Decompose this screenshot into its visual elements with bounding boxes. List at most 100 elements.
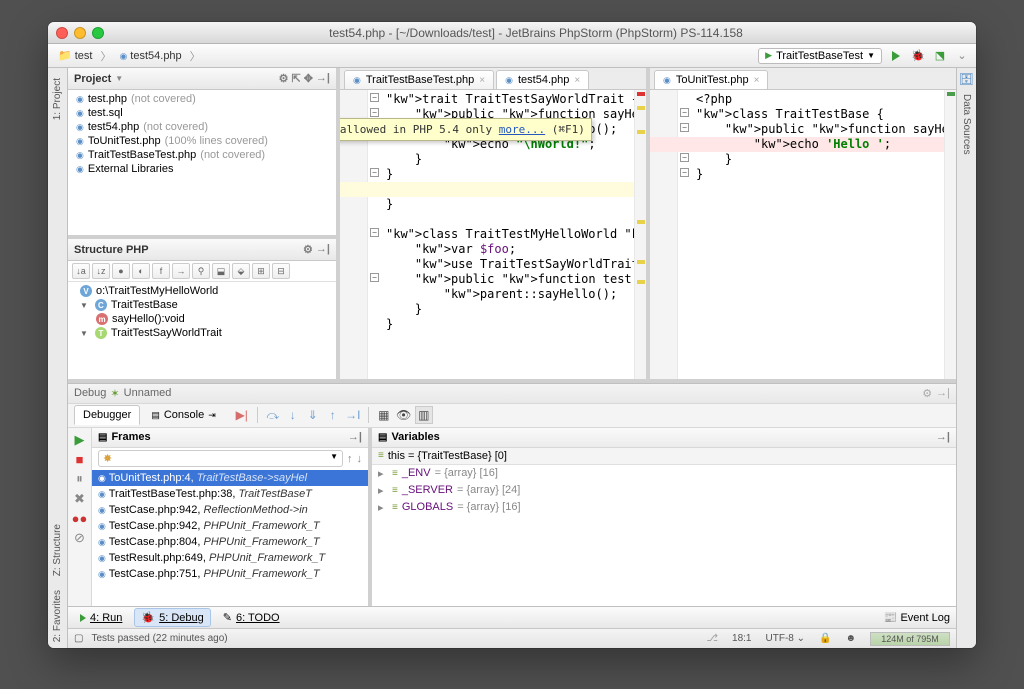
rail-tab-project[interactable]: 1: Project — [50, 72, 65, 126]
thread-select[interactable]: ✸ ▼ — [98, 450, 343, 467]
memory-indicator[interactable]: 124M of 795M — [870, 632, 950, 646]
structure-tree-item[interactable]: V o:\TraitTestMyHelloWorld — [72, 284, 332, 298]
target-icon[interactable]: ✥ — [304, 72, 313, 85]
warning-mark[interactable] — [637, 260, 645, 264]
filter-button[interactable]: ⬙ — [232, 263, 250, 279]
hide-icon[interactable]: →| — [316, 72, 330, 85]
settings-icon[interactable]: ⚙ — [279, 72, 289, 85]
filter-button[interactable]: ● — [112, 263, 130, 279]
close-tab-button[interactable]: × — [574, 75, 580, 86]
warning-mark[interactable] — [637, 280, 645, 284]
stack-frame-row[interactable]: ◉ TestCase.php:942, ReflectionMethod->in — [92, 502, 368, 518]
tool-window-toggle[interactable]: ▢ — [74, 633, 83, 644]
settings-icon[interactable]: ⚙ — [922, 387, 932, 400]
close-tab-button[interactable]: × — [754, 75, 760, 86]
filter-button[interactable]: ◐ — [132, 263, 150, 279]
chevron-down-icon[interactable]: ▼ — [115, 74, 123, 83]
breadcrumb-item[interactable]: test — [54, 47, 96, 64]
hide-icon[interactable]: →| — [316, 243, 330, 256]
editor-tab[interactable]: ToUnitTest.php× — [654, 70, 768, 89]
force-step-button[interactable]: ⇓ — [304, 406, 322, 424]
encoding[interactable]: UTF-8 ⌄ — [766, 633, 806, 644]
project-tree-item[interactable]: TraitTestBaseTest.php (not covered) — [72, 148, 332, 162]
structure-tree-item[interactable]: m sayHello():void — [72, 312, 332, 326]
stack-frame-row[interactable]: ◉ TestCase.php:804, PHPUnit_Framework_T — [92, 534, 368, 550]
warning-mark[interactable] — [637, 106, 645, 110]
fold-toggle[interactable]: − — [680, 123, 689, 132]
coverage-button[interactable]: ⬔ — [932, 48, 948, 64]
stack-frame-row[interactable]: ◉ TraitTestBaseTest.php:38, TraitTestBas… — [92, 486, 368, 502]
project-tree-item[interactable]: External Libraries — [72, 162, 332, 176]
variable-row[interactable]: ▸≡ GLOBALS = {array} [16] — [372, 499, 956, 516]
debug-tab[interactable]: 5: Debug — [134, 608, 210, 627]
prev-frame-button[interactable]: ↑ — [347, 453, 353, 465]
next-frame-button[interactable]: ↓ — [357, 453, 363, 465]
hector-icon[interactable]: ☻ — [845, 633, 856, 644]
stack-frame-row[interactable]: ◉ ToUnitTest.php:4, TraitTestBase->sayHe… — [92, 470, 368, 486]
stop-button[interactable]: ✖ — [74, 491, 85, 507]
settings-icon[interactable]: ⚙ — [303, 243, 313, 256]
this-variable[interactable]: ≡ this = {TraitTestBase} [0] — [372, 448, 956, 465]
fold-toggle[interactable]: − — [370, 273, 379, 282]
structure-tree-item[interactable]: ▼C TraitTestBase — [72, 298, 332, 312]
editor-tab[interactable]: TraitTestBaseTest.php× — [344, 70, 494, 89]
filter-button[interactable]: → — [172, 263, 190, 279]
mute-bp-button[interactable]: ⊘ — [74, 530, 85, 546]
sort-button[interactable]: ↓z — [92, 263, 110, 279]
filter-button[interactable]: ⬓ — [212, 263, 230, 279]
error-stripe[interactable] — [944, 90, 956, 379]
console-tab[interactable]: ▤Console⇥ — [142, 405, 224, 425]
step-into-button[interactable]: ↓ — [284, 406, 302, 424]
database-icon[interactable]: 🗄 — [959, 72, 974, 86]
run-tab[interactable]: 4: Run — [74, 610, 128, 626]
breakpoints-button[interactable]: ●● — [72, 511, 88, 526]
tooltip-more-link[interactable]: more... — [499, 123, 545, 136]
hide-icon[interactable]: →| — [936, 387, 950, 400]
expand-toggle[interactable]: ▸ — [378, 501, 388, 514]
todo-tab[interactable]: ✎6: TODO — [217, 609, 286, 626]
zoom-window-button[interactable] — [92, 27, 104, 39]
fold-toggle[interactable]: − — [370, 168, 379, 177]
layout-button[interactable]: ▥ — [415, 406, 433, 424]
rail-tab-favorites[interactable]: 2: Favorites — [50, 584, 65, 648]
pause-button[interactable]: ⏸ — [76, 471, 83, 487]
rail-tab-data-sources[interactable]: Data Sources — [959, 88, 974, 161]
git-icon[interactable]: ⎇ — [707, 633, 719, 644]
fold-toggle[interactable]: − — [370, 93, 379, 102]
error-stripe[interactable] — [634, 90, 646, 379]
project-tree-item[interactable]: test.php (not covered) — [72, 92, 332, 106]
filter-button[interactable]: f — [152, 263, 170, 279]
run-button[interactable] — [888, 48, 904, 64]
lock-icon[interactable]: 🔒 — [819, 633, 831, 644]
warning-mark[interactable] — [637, 220, 645, 224]
rail-tab-structure[interactable]: Z: Structure — [50, 518, 65, 582]
search-button[interactable]: ⌄ — [954, 48, 970, 64]
evaluate-button[interactable]: ▦ — [375, 406, 393, 424]
show-exec-button[interactable]: ▶| — [233, 406, 251, 424]
run-to-cursor-button[interactable]: →I — [344, 406, 362, 424]
variable-row[interactable]: ▸≡ _ENV = {array} [16] — [372, 465, 956, 482]
minimize-window-button[interactable] — [74, 27, 86, 39]
structure-tree-item[interactable]: ▼T TraitTestSayWorldTrait — [72, 326, 332, 340]
fold-toggle[interactable]: − — [680, 153, 689, 162]
collapse-icon[interactable]: ⇱ — [291, 72, 300, 85]
warning-mark[interactable] — [637, 130, 645, 134]
code-editor[interactable]: − − − − <?php "kw">class TraitTestBase {… — [650, 90, 956, 379]
fold-toggle[interactable]: − — [680, 168, 689, 177]
code-editor[interactable]: − − − − − "kw">trait TraitTestSayWorldTr… — [340, 90, 646, 379]
run-config-select[interactable]: ▶ TraitTestBaseTest ▼ — [758, 48, 882, 64]
breadcrumb-item[interactable]: test54.php — [115, 48, 185, 64]
collapse-button[interactable]: ⊟ — [272, 263, 290, 279]
rerun-button[interactable]: ▶ — [75, 432, 85, 448]
watches-button[interactable]: 👁 — [395, 406, 413, 424]
resume-button[interactable]: ■ — [76, 452, 84, 467]
fold-toggle[interactable]: − — [370, 228, 379, 237]
close-window-button[interactable] — [56, 27, 68, 39]
sort-button[interactable]: ↓a — [72, 263, 90, 279]
stack-frame-row[interactable]: ◉ TestCase.php:751, PHPUnit_Framework_T — [92, 566, 368, 582]
debug-button[interactable] — [910, 48, 926, 64]
project-tree-item[interactable]: ToUnitTest.php (100% lines covered) — [72, 134, 332, 148]
expand-toggle[interactable]: ▸ — [378, 467, 388, 480]
project-tree-item[interactable]: test54.php (not covered) — [72, 120, 332, 134]
expand-button[interactable]: ⊞ — [252, 263, 270, 279]
